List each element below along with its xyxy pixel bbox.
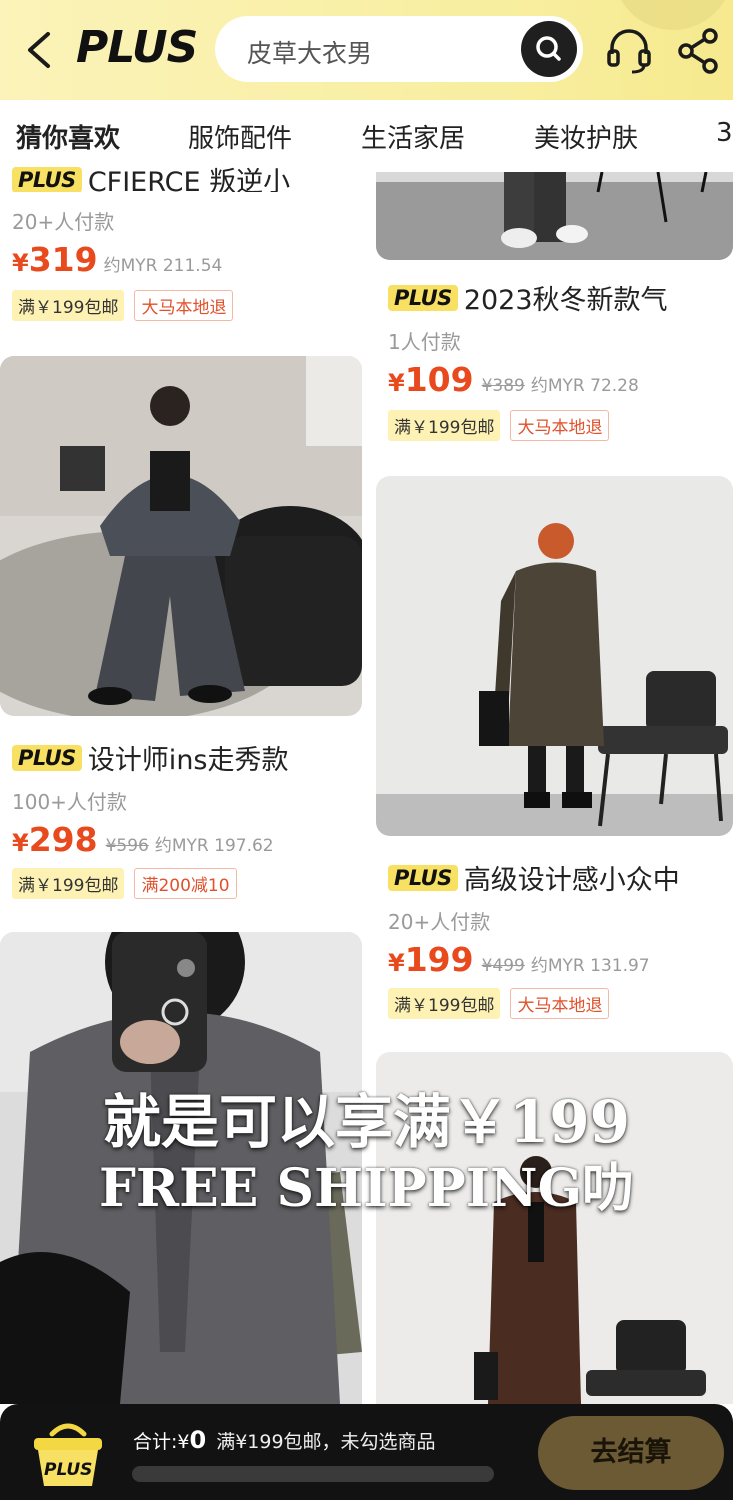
tab-home-living[interactable]: 生活家居: [361, 118, 465, 155]
shipping-note: 满¥199包邮，未勾选商品: [216, 1431, 436, 1453]
price-myr: 约MYR 197.62: [154, 836, 274, 856]
free-shipping-tag: 满￥199包邮: [388, 410, 501, 441]
search-icon: [536, 36, 561, 61]
price-myr: 约MYR 72.28: [530, 376, 639, 396]
checkout-bar: PLUS 合计:¥0 满¥199包邮，未勾选商品 去结算: [0, 1404, 733, 1500]
product-tags: 满￥199包邮 大马本地退: [12, 290, 234, 321]
customer-service-button[interactable]: [602, 24, 656, 78]
original-price: ¥596: [105, 836, 149, 856]
plus-logo: PLUS: [76, 22, 198, 73]
tab-more[interactable]: 3: [716, 118, 733, 148]
promo-tag: 大马本地退: [134, 290, 234, 321]
total-currency: ¥: [177, 1431, 190, 1453]
caption-line-1: 就是可以享满￥199: [102, 1088, 631, 1156]
price-currency: ¥: [388, 949, 405, 977]
sold-count: 20+人付款: [12, 210, 115, 234]
price-value: 199: [404, 940, 474, 979]
price-value: 319: [28, 240, 98, 279]
price-value: 109: [404, 360, 474, 399]
tab-beauty[interactable]: 美妆护肤: [534, 118, 638, 155]
sold-count: 100+人付款: [12, 790, 127, 814]
price-row: ¥109 ¥389 约MYR 72.28: [388, 360, 639, 399]
checkout-button[interactable]: 去结算: [538, 1416, 724, 1490]
total-value: 0: [189, 1426, 207, 1454]
product-title-row: PLUS 高级设计感小众中: [388, 858, 680, 897]
search-button[interactable]: [521, 21, 577, 77]
product-image[interactable]: [376, 476, 733, 836]
product-card[interactable]: PLUS CFIERCE 叛逆小 20+人付款 ¥319 约MYR 211.54 满…: [12, 166, 362, 332]
plus-badge: PLUS: [388, 864, 458, 891]
plus-badge: PLUS: [388, 284, 458, 311]
price-value: 298: [28, 820, 98, 859]
sold-count: 20+人付款: [388, 910, 491, 934]
search-input[interactable]: 皮草大衣男: [247, 34, 372, 70]
product-title: 2023秋冬新款气: [463, 285, 668, 316]
free-shipping-tag: 满￥199包邮: [12, 290, 125, 321]
original-price: ¥499: [481, 956, 525, 976]
product-photo: [0, 356, 362, 716]
product-title-row: PLUS 设计师ins走秀款: [12, 738, 289, 777]
promo-tag: 大马本地退: [510, 410, 610, 441]
caption-line-2: FREE SHIPPING叻: [99, 1158, 634, 1219]
cart-plus-label: PLUS: [44, 1460, 93, 1480]
price-currency: ¥: [388, 369, 405, 397]
total-label: 合计:: [133, 1431, 178, 1453]
cart-button[interactable]: PLUS: [30, 1420, 106, 1490]
product-image[interactable]: [0, 356, 362, 716]
share-icon: [678, 28, 718, 74]
product-title: CFIERCE 叛逆小: [87, 167, 291, 192]
free-shipping-tag: 满￥199包邮: [388, 988, 501, 1019]
free-shipping-tag: 满￥199包邮: [12, 868, 125, 899]
product-title-row: PLUS 2023秋冬新款气: [388, 278, 668, 317]
share-button[interactable]: [676, 26, 722, 76]
search-bar[interactable]: 皮草大衣男: [215, 16, 583, 82]
original-price: ¥389: [481, 376, 525, 396]
tab-apparel[interactable]: 服饰配件: [188, 118, 292, 155]
product-card[interactable]: PLUS 2023秋冬新款气 1人付款 ¥109 ¥389 约MYR 72.28 满￥…: [376, 172, 733, 442]
price-myr: 约MYR 211.54: [103, 256, 223, 276]
product-card[interactable]: PLUS 高级设计感小众中 20+人付款 ¥199 ¥499 约MYR 131.97 …: [376, 476, 733, 1021]
plus-badge: PLUS: [12, 744, 82, 771]
product-tags: 满￥199包邮 满200减10: [12, 868, 237, 899]
plus-badge: PLUS: [12, 166, 82, 192]
product-photo: [376, 172, 733, 260]
product-tags: 满￥199包邮 大马本地退: [388, 988, 610, 1019]
promo-tag: 满200减10: [134, 868, 237, 899]
price-currency: ¥: [12, 829, 29, 857]
price-row: ¥298 ¥596 约MYR 197.62: [12, 820, 274, 859]
back-button[interactable]: [20, 28, 60, 72]
sold-count: 1人付款: [388, 330, 461, 354]
total-summary: 合计:¥0 满¥199包邮，未勾选商品: [133, 1426, 436, 1454]
price-row: ¥319 约MYR 211.54: [12, 240, 222, 279]
product-title: 高级设计感小众中: [463, 865, 680, 896]
back-arrow-icon: [28, 32, 50, 68]
shipping-progress-bar: [132, 1466, 494, 1482]
product-card[interactable]: PLUS 设计师ins走秀款 100+人付款 ¥298 ¥596 约MYR 197.6…: [0, 356, 362, 901]
product-photo: [376, 476, 733, 836]
price-currency: ¥: [12, 249, 29, 277]
product-tags: 满￥199包邮 大马本地退: [388, 410, 610, 441]
product-title: 设计师ins走秀款: [87, 745, 289, 776]
top-header: PLUS 皮草大衣男: [0, 0, 733, 100]
tab-guess-you-like[interactable]: 猜你喜欢: [16, 118, 120, 155]
price-myr: 约MYR 131.97: [530, 956, 650, 976]
promo-tag: 大马本地退: [510, 988, 610, 1019]
product-image[interactable]: [376, 172, 733, 260]
product-title-row: PLUS CFIERCE 叛逆小: [12, 160, 290, 192]
headset-icon: [607, 29, 651, 74]
video-caption-overlay: 就是可以享满￥199 FREE SHIPPING叻: [0, 1088, 733, 1222]
price-row: ¥199 ¥499 约MYR 131.97: [388, 940, 650, 979]
